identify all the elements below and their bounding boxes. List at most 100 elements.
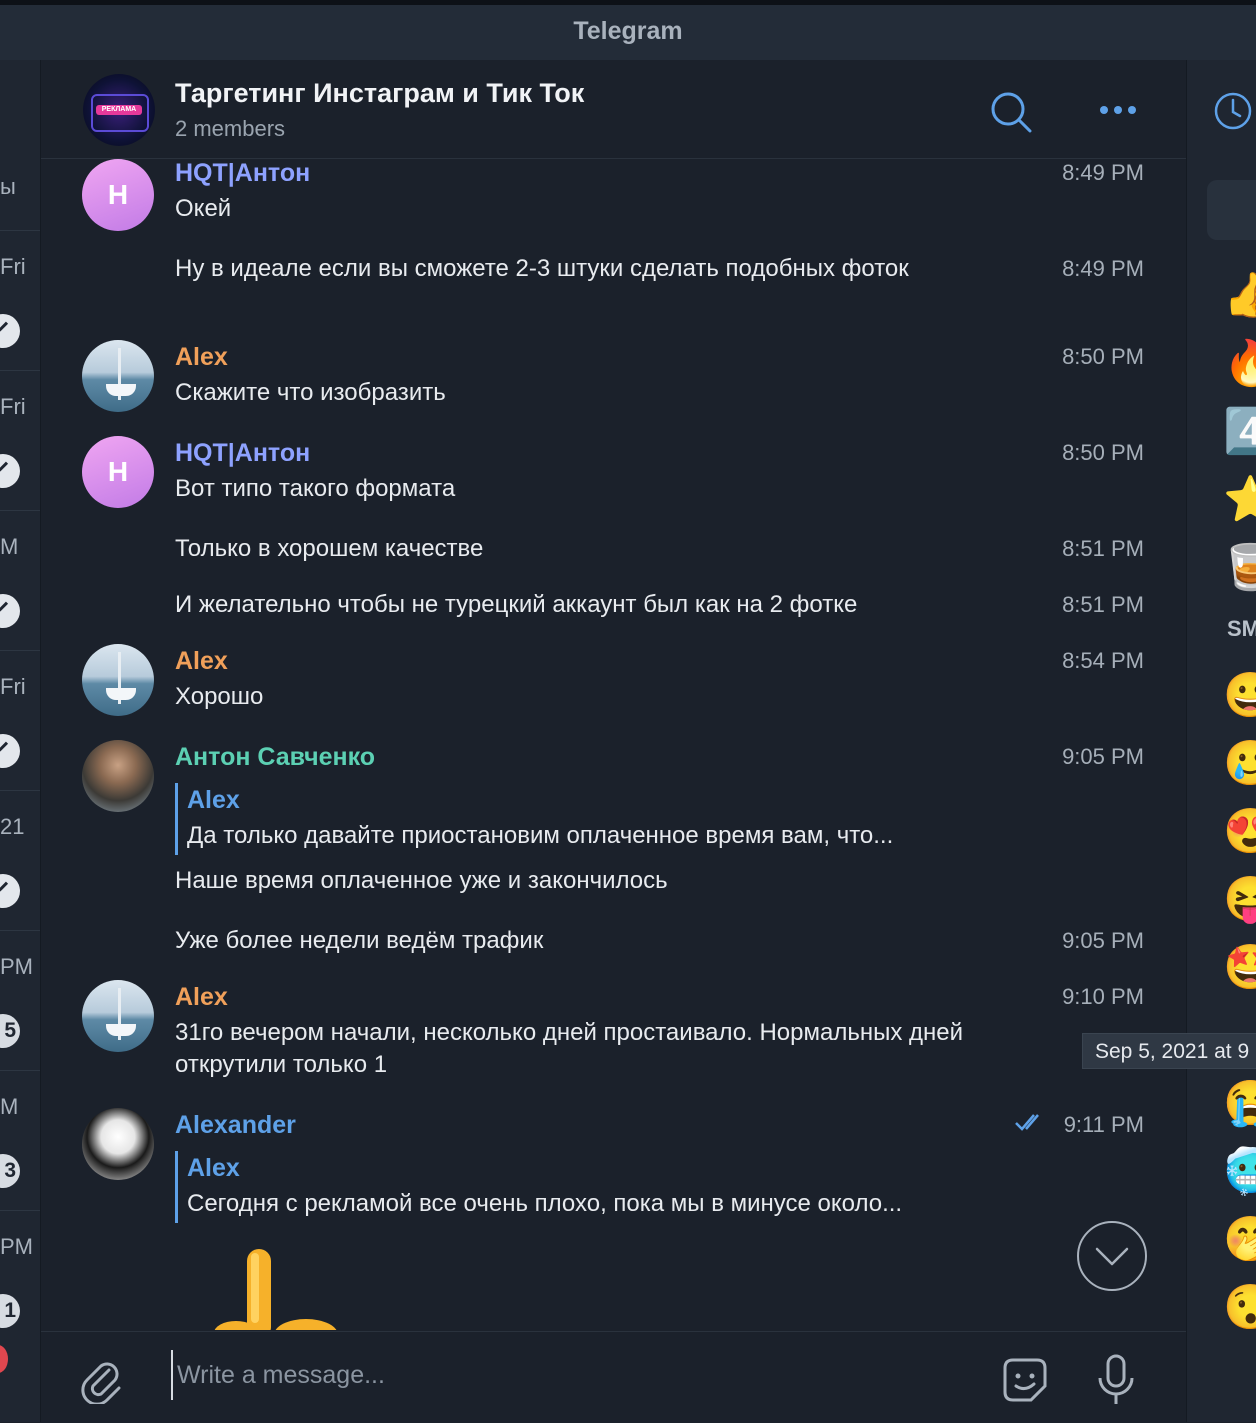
chat-list-date: Fri: [0, 394, 26, 419]
emoji-smiling-tear[interactable]: 🥲: [1223, 736, 1256, 792]
divider: [0, 230, 40, 231]
microphone-icon[interactable]: [1091, 1352, 1141, 1408]
emoji-grinning[interactable]: 😀: [1223, 668, 1256, 724]
sender-name[interactable]: HQT|Антон: [175, 439, 310, 468]
message-time: 8:54 PM: [1062, 648, 1144, 673]
message-time: 9:10 PM: [1062, 984, 1144, 1009]
chat-list-date: M: [0, 534, 19, 559]
reply-text: Да только давайте приостановим оплаченно…: [187, 822, 894, 849]
recent-clock-icon[interactable]: [1213, 91, 1253, 131]
reply-quote[interactable]: Alex Сегодня с рекламой все очень плохо,…: [175, 1151, 1027, 1223]
chat-list-date: M: [0, 1094, 19, 1119]
chat-list-date: 21: [0, 814, 25, 839]
reply-author: Alex: [187, 1154, 240, 1182]
sender-name[interactable]: Alex: [175, 343, 228, 372]
chat-list-date: Fri: [0, 674, 26, 699]
chevron-down-icon: [1095, 1247, 1129, 1266]
unread-badge: 3: [0, 1154, 20, 1188]
search-icon[interactable]: [989, 90, 1033, 134]
pin-icon: [0, 874, 20, 908]
read-checkmarks-icon: [1015, 1114, 1039, 1131]
emoji-panel: 👍 🔥 4️⃣ ⭐ 🥃 SM 😀 🥲 😍 😝 🤩 😭 🥶 🤭 😯: [1186, 60, 1256, 1422]
message-text: Окей: [175, 195, 232, 222]
chat-title[interactable]: Таргетинг Инстаграм и Тик Ток: [175, 78, 584, 109]
emoji-heart-eyes[interactable]: 😍: [1223, 804, 1256, 860]
emoji-hushed[interactable]: 😯: [1223, 1280, 1256, 1336]
emoji-keycap-four[interactable]: 4️⃣: [1223, 404, 1256, 460]
timestamp-tooltip: Sep 5, 2021 at 9: [1082, 1033, 1256, 1069]
emoji-thumbs-up[interactable]: 👍: [1223, 268, 1256, 324]
avatar[interactable]: H: [82, 159, 154, 231]
emoji-tumbler-glass[interactable]: 🥃: [1223, 540, 1256, 596]
paperclip-icon[interactable]: [79, 1356, 123, 1404]
window-title: Telegram: [0, 5, 1256, 60]
chat-list-date: PM: [0, 954, 33, 979]
reply-text: Сегодня с рекламой все очень плохо, пока…: [187, 1190, 903, 1217]
chat-list-date: PM: [0, 1234, 33, 1259]
message-text: Наше время оплаченное уже и закончилось: [175, 867, 668, 894]
more-options-icon[interactable]: [1096, 90, 1140, 134]
pin-icon: [0, 314, 20, 348]
message-text: И желательно чтобы не турецкий аккаунт б…: [175, 591, 858, 618]
message-time: 8:51 PM: [1062, 536, 1144, 561]
emoji-fire[interactable]: 🔥: [1223, 336, 1256, 392]
message-time: 9:11 PM: [1063, 1112, 1144, 1137]
sender-name[interactable]: Alex: [175, 983, 228, 1012]
emoji-section-label: SM: [1227, 616, 1256, 641]
divider: [0, 790, 40, 791]
emoji-crying[interactable]: 😭: [1223, 1076, 1256, 1132]
message-time: 9:05 PM: [1062, 928, 1144, 953]
emoji-hand-over-mouth[interactable]: 🤭: [1223, 1212, 1256, 1268]
unread-badge: 5: [0, 1014, 20, 1048]
message-text: Уже более недели ведём трафик: [175, 927, 544, 954]
chat-header: РЕКЛАМА Таргетинг Инстаграм и Тик Ток 2 …: [41, 60, 1186, 159]
message-time: 8:51 PM: [1062, 592, 1144, 617]
divider: [0, 370, 40, 371]
emoji-cold-face[interactable]: 🥶: [1223, 1144, 1256, 1200]
sender-name[interactable]: Alexander: [175, 1111, 296, 1140]
divider: [0, 510, 40, 511]
message-time: 8:50 PM: [1062, 440, 1144, 465]
sticker-icon[interactable]: [999, 1354, 1051, 1406]
message-list[interactable]: H HQT|Антон 8:49 PM Окей 8:49 PM Ну в ид…: [41, 159, 1186, 1330]
chat-avatar[interactable]: РЕКЛАМА: [83, 74, 155, 146]
pin-icon: [0, 734, 20, 768]
divider: [0, 1070, 40, 1071]
avatar[interactable]: [82, 740, 154, 812]
emoji-search-field[interactable]: [1207, 180, 1256, 240]
message-time: 9:05 PM: [1062, 744, 1144, 769]
notification-dot: [0, 1345, 8, 1373]
message-time: 8:49 PM: [1062, 160, 1144, 185]
divider: [0, 930, 40, 931]
message-text: Вот типо такого формата: [175, 475, 456, 502]
reply-author: Alex: [187, 786, 240, 814]
avatar[interactable]: [82, 980, 154, 1052]
reply-quote[interactable]: Alex Да только давайте приостановим опла…: [175, 783, 1027, 855]
chat-list-column: ы Fri Fri M Fri 21 PM 5 M 3 PM 1: [0, 60, 41, 1422]
message-text: Только в хорошем качестве: [175, 535, 484, 562]
scroll-to-bottom-button[interactable]: [1077, 1221, 1147, 1291]
chat-list-snippet[interactable]: ы: [0, 174, 16, 200]
message-text: Хорошо: [175, 683, 264, 710]
message-text: 31го вечером начали, несколько дней прос…: [175, 1019, 964, 1078]
avatar[interactable]: H: [82, 436, 154, 508]
emoji-star-struck[interactable]: 🤩: [1223, 940, 1256, 996]
emoji-tongue[interactable]: 😝: [1223, 872, 1256, 928]
message-text: Скажите что изобразить: [175, 379, 446, 406]
sender-name[interactable]: Антон Савченко: [175, 743, 375, 772]
message-composer: [41, 1331, 1186, 1423]
avatar-badge: РЕКЛАМА: [96, 105, 142, 115]
pin-icon: [0, 454, 20, 488]
emoji-star[interactable]: ⭐: [1223, 472, 1256, 528]
divider: [0, 1210, 40, 1211]
unread-badge: 1: [0, 1294, 20, 1328]
message-text: Ну в идеале если вы сможете 2-3 штуки сд…: [175, 255, 909, 282]
sender-name[interactable]: HQT|Антон: [175, 159, 310, 188]
avatar[interactable]: [82, 1108, 154, 1180]
divider: [0, 650, 40, 651]
pointing-finger-sticker[interactable]: [211, 1249, 341, 1330]
message-input[interactable]: [171, 1350, 957, 1400]
avatar[interactable]: [82, 644, 154, 716]
avatar[interactable]: [82, 340, 154, 412]
sender-name[interactable]: Alex: [175, 647, 228, 676]
